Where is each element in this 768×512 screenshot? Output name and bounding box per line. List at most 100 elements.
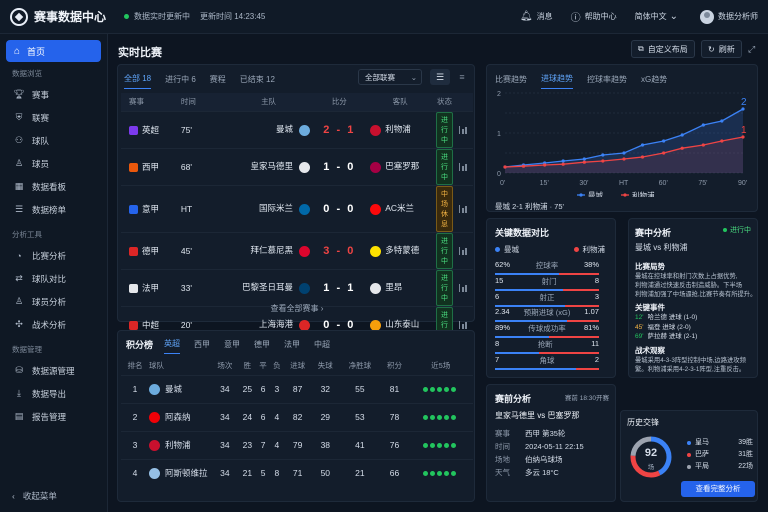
stat-comparison-row: 62% 控球率 38%: [495, 260, 599, 275]
event-text: 福登 进球 (2-0): [647, 323, 691, 331]
preview-value: 多云 18°C: [525, 468, 559, 477]
sidebar-item-list[interactable]: ☰ 数据榜单: [0, 198, 107, 221]
tab-2[interactable]: 赛程: [210, 70, 226, 89]
stats-button[interactable]: [453, 147, 473, 185]
sidebar-item-database[interactable]: ⛁ 数据源管理: [0, 359, 107, 382]
away-team-name: 巴塞罗那: [385, 161, 420, 172]
sidebar-item-player[interactable]: ♙ 球员: [0, 152, 107, 175]
tab-1[interactable]: 进行中 6: [165, 70, 196, 89]
tab-2[interactable]: 意甲: [224, 335, 240, 354]
tab-5[interactable]: 中超: [314, 335, 330, 354]
tab-3[interactable]: xG趋势: [641, 70, 667, 89]
preview-row: 赛事 西甲 第35轮: [495, 427, 613, 440]
sidebar-item-download[interactable]: ⤓ 数据导出: [0, 382, 107, 405]
home-team-cell: 曼城: [222, 110, 315, 148]
view-all-matches-link[interactable]: 查看全部赛事 ›: [118, 303, 476, 314]
sidebar-item-shield[interactable]: ⛨ 联赛: [0, 106, 107, 129]
sidebar-item-label: 比赛分析: [32, 250, 67, 261]
home-icon: ⌂: [14, 45, 21, 57]
away-team-cell: 多特蒙德: [364, 231, 436, 269]
chart-icon: ◔: [16, 250, 22, 261]
messages-label: 消息: [536, 12, 553, 21]
status-badge: 中场休息: [436, 185, 453, 232]
stat-gd: 21: [339, 458, 381, 487]
tab-0[interactable]: 比赛趋势: [495, 70, 527, 89]
stat-comparison-row: 6 射正 3: [495, 292, 599, 307]
sidebar-item-user-chart[interactable]: ♙ 球员分析: [0, 290, 107, 313]
table-row[interactable]: 德甲 45' 拜仁慕尼黑 3 - 0 多特蒙德 进行中: [121, 231, 473, 269]
stats-button[interactable]: [453, 268, 473, 306]
stats-button[interactable]: [453, 110, 473, 148]
table-row[interactable]: 4 阿斯顿维拉 34 21 5 8 71 50 21 66: [121, 458, 473, 487]
refresh-button[interactable]: ↻ 刷新: [701, 40, 742, 58]
score-cell: 0 - 0: [314, 184, 365, 232]
table-row[interactable]: 法甲 33' 巴黎圣日耳曼 1 - 1 里昂 进行中: [121, 268, 473, 306]
sidebar-item-tactics[interactable]: ✣ 战术分析: [0, 313, 107, 336]
away-team-cell: 巴塞罗那: [364, 147, 436, 185]
tab-4[interactable]: 法甲: [284, 335, 300, 354]
h2h-unit: 场: [647, 464, 655, 471]
data-point: [640, 143, 645, 147]
away-value: 11: [591, 339, 599, 348]
stat-bar-fill: [495, 304, 565, 307]
sidebar-item-compare[interactable]: ⇄ 球队对比: [0, 267, 107, 290]
stats-button[interactable]: [453, 184, 473, 232]
messages-button[interactable]: 🔔︎ 消息: [520, 11, 553, 22]
sidebar-item-chart[interactable]: ◔ 比赛分析: [0, 244, 107, 267]
table-row[interactable]: 3 利物浦 34 23 7 4 79 38 41 76: [121, 430, 473, 459]
table-row[interactable]: 西甲 68' 皇家马德里 1 - 0 巴塞罗那 进行中: [121, 147, 473, 185]
league-select[interactable]: 全部联赛 ⌄: [358, 69, 422, 85]
stat-bar-fill: [495, 320, 567, 323]
table-row[interactable]: 英超 75' 曼城 2 - 1 利物浦 进行中: [121, 110, 473, 148]
sidebar-item-home[interactable]: ⌂ 首页: [6, 40, 101, 62]
team-crest-icon: [370, 124, 382, 136]
column-header: 净胜球: [348, 361, 372, 371]
stats-button[interactable]: [453, 231, 473, 269]
column-header: 积分: [386, 361, 402, 371]
home-value: 89%: [495, 323, 511, 333]
stat-bar-fill: [495, 288, 563, 291]
list-view-icon[interactable]: ☰: [430, 69, 450, 85]
tab-2[interactable]: 控球率趋势: [587, 70, 627, 89]
standings-title: 积分榜: [126, 340, 154, 350]
tab-0[interactable]: 英超: [164, 334, 180, 354]
sidebar-item-trophy[interactable]: 🏆︎ 赛事: [0, 83, 107, 106]
recent-form: [408, 402, 473, 431]
sidebar-item-team[interactable]: ⚇ 球队: [0, 129, 107, 152]
collapse-menu-button[interactable]: ‹ 收起菜单: [12, 490, 57, 502]
table-row[interactable]: 1 曼城 34 25 6 3 87 32 55 81: [121, 374, 473, 403]
tab-0[interactable]: 全部 18: [124, 69, 152, 89]
compact-view-icon[interactable]: ≡: [454, 69, 470, 85]
tab-3[interactable]: 已结束 12: [240, 70, 275, 89]
sidebar-item-report[interactable]: ▤ 报告管理: [0, 405, 107, 428]
league-cell: 西甲: [121, 147, 173, 185]
team-crest-icon: [149, 384, 160, 396]
stat-d: 5: [256, 458, 270, 487]
tab-3[interactable]: 德甲: [254, 335, 270, 354]
help-button[interactable]: ⓘ 帮助中心: [571, 9, 617, 24]
fullscreen-icon[interactable]: ⤢: [748, 44, 755, 55]
event-item: 45' 福登 进球 (2-0): [635, 323, 757, 333]
chevron-down-icon: ⌄: [410, 72, 417, 82]
table-row[interactable]: 意甲 HT 国际米兰 0 - 0 AC米兰 中场休息: [121, 184, 473, 232]
stat-comparison-row: 8 抢断 11: [495, 339, 599, 354]
chevron-down-icon: ⌄: [669, 11, 678, 22]
app-logo[interactable]: 赛事数据中心: [10, 7, 110, 26]
language-select[interactable]: 简体中文 ⌄: [635, 11, 682, 22]
refresh-label: 刷新: [718, 44, 735, 54]
view-full-analysis-button[interactable]: 查看完整分析: [681, 481, 755, 497]
tab-1[interactable]: 进球趋势: [541, 69, 573, 89]
rank: 3: [121, 430, 149, 459]
analysis-body: 比赛局势 曼城在控球率和射门次数上占据优势, 利物浦通过快速反击制造威胁。下半场利…: [635, 261, 757, 374]
analysis-text: 曼城在控球率和射门次数上占据优势,: [635, 273, 738, 280]
user-menu[interactable]: 数据分析师: [700, 9, 758, 24]
sidebar-item-dashboard[interactable]: ▦ 数据看板: [0, 175, 107, 198]
legend-dot: [495, 247, 500, 252]
preview-value: 西甲 第35轮: [525, 429, 566, 438]
custom-layout-button[interactable]: ⧉ 自定义布局: [631, 40, 695, 58]
match-analysis-panel: 赛中分析 进行中 曼城 vs 利物浦 比赛局势 曼城在控球率和射门次数上占据优势…: [628, 218, 758, 378]
table-row[interactable]: 2 阿森纳 34 24 6 4 82 29 53 78: [121, 402, 473, 431]
tab-1[interactable]: 西甲: [194, 335, 210, 354]
legend-label: 曼城: [588, 191, 603, 197]
match-teams: 曼城 vs 利物浦: [635, 243, 688, 252]
